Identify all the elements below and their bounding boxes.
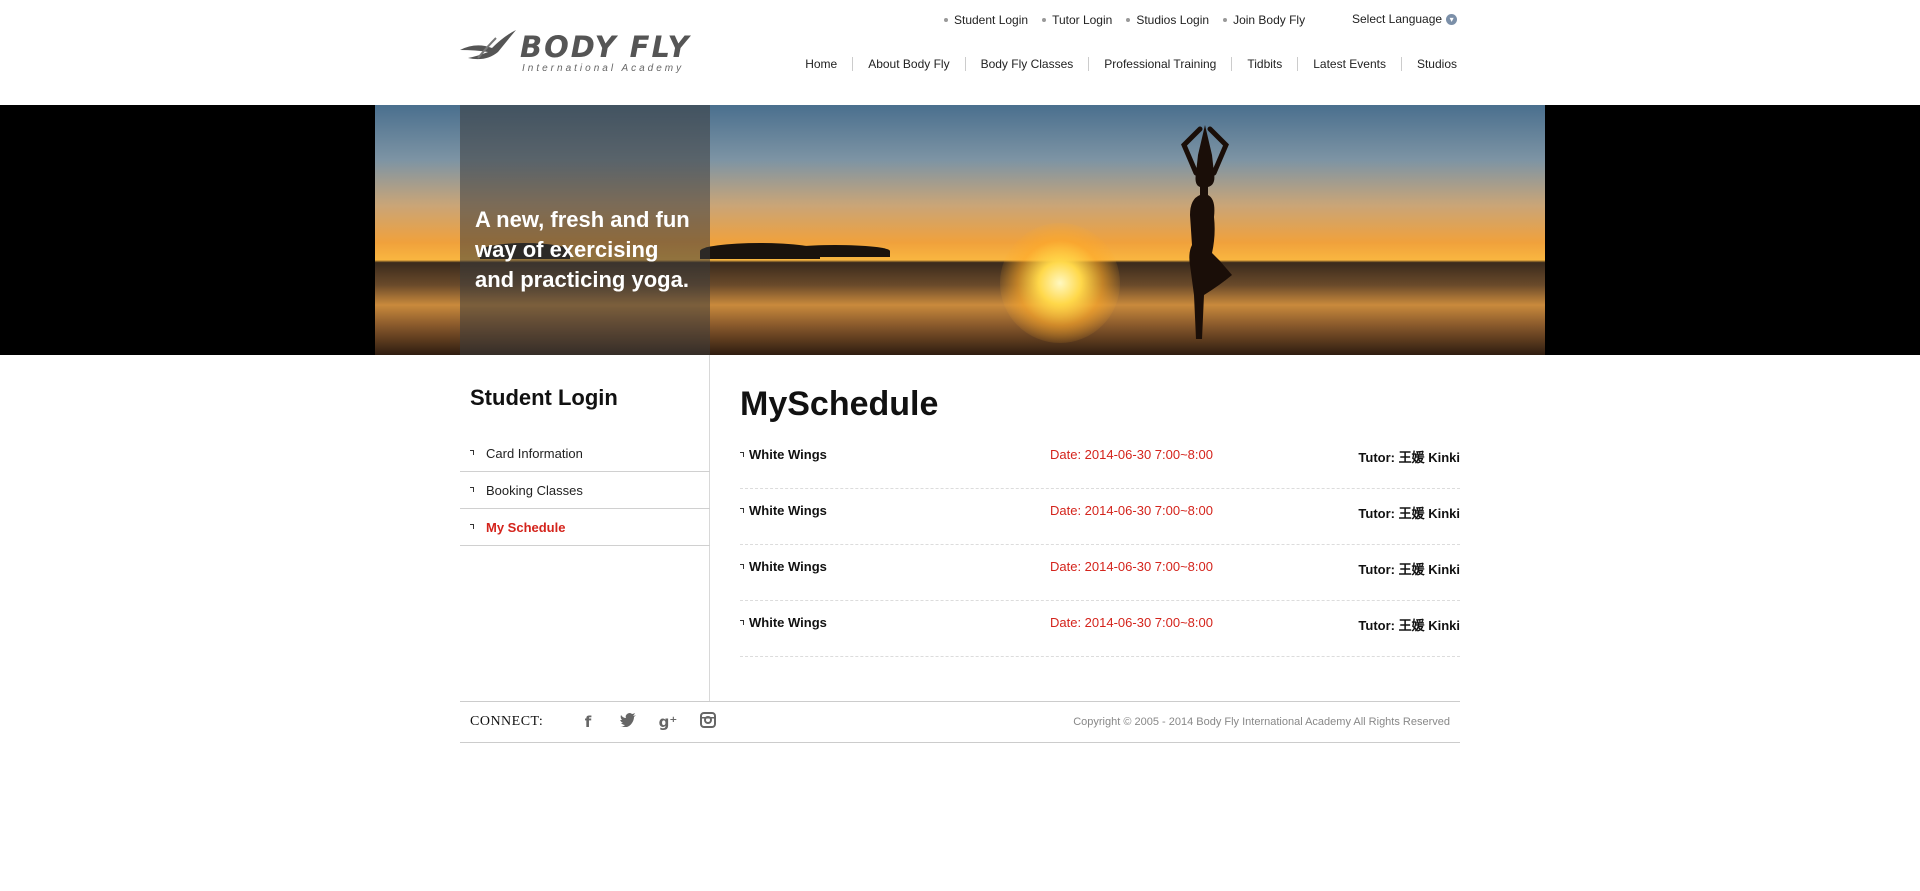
- sidebar-item-booking-classes[interactable]: Booking Classes: [460, 472, 710, 509]
- class-date: Date: 2014-06-30 7:00~8:00: [1050, 559, 1213, 574]
- bullet-icon: [470, 523, 478, 531]
- footer: CONNECT: f g⁺ Copyright © 2005 - 2014 Bo…: [460, 701, 1460, 743]
- bullet-icon: [470, 449, 478, 457]
- bird-logo-icon: [460, 30, 516, 60]
- logo-tagline: International Academy: [522, 63, 685, 74]
- nav-classes[interactable]: Body Fly Classes: [964, 57, 1089, 71]
- bullet-icon: [740, 507, 746, 513]
- instagram-icon[interactable]: [698, 712, 718, 732]
- main-nav: Home About Body Fly Body Fly Classes Pro…: [790, 57, 1463, 71]
- nav-professional-training[interactable]: Professional Training: [1088, 57, 1231, 71]
- island-silhouette: [780, 245, 890, 257]
- facebook-icon[interactable]: f: [578, 712, 598, 732]
- class-tutor: Tutor: 王媛 Kinki: [1358, 450, 1460, 465]
- connect-label: CONNECT:: [470, 714, 544, 729]
- nav-about[interactable]: About Body Fly: [852, 57, 964, 71]
- social-links: f g⁺: [578, 712, 738, 732]
- class-date: Date: 2014-06-30 7:00~8:00: [1050, 447, 1213, 462]
- class-tutor: Tutor: 王媛 Kinki: [1358, 618, 1460, 633]
- logo[interactable]: BODY FLY International Academy: [458, 28, 706, 78]
- schedule-row: White Wings Date: 2014-06-30 7:00~8:00 T…: [740, 545, 1460, 601]
- sidebar-title: Student Login: [470, 385, 618, 410]
- sidebar: Student Login Card Information Booking C…: [460, 355, 710, 701]
- language-select[interactable]: Select Language ▾: [1352, 12, 1458, 26]
- chevron-down-icon: ▾: [1446, 13, 1458, 25]
- class-name: White Wings: [749, 447, 827, 462]
- student-login-link[interactable]: Student Login: [944, 13, 1028, 27]
- class-name: White Wings: [749, 503, 827, 518]
- class-name: White Wings: [749, 559, 827, 574]
- sidebar-item-my-schedule[interactable]: My Schedule: [460, 509, 710, 546]
- bullet-icon: [740, 451, 746, 457]
- class-tutor: Tutor: 王媛 Kinki: [1358, 506, 1460, 521]
- tutor-login-link[interactable]: Tutor Login: [1042, 13, 1112, 27]
- bullet-icon: [740, 563, 746, 569]
- sun-glow: [1000, 223, 1120, 343]
- nav-latest-events[interactable]: Latest Events: [1297, 57, 1401, 71]
- header: BODY FLY International Academy Student L…: [0, 0, 1920, 105]
- google-plus-icon[interactable]: g⁺: [658, 712, 678, 732]
- class-tutor: Tutor: 王媛 Kinki: [1358, 562, 1460, 577]
- banner-headline: A new, fresh and fun way of exercising a…: [475, 207, 690, 292]
- schedule-list: White Wings Date: 2014-06-30 7:00~8:00 T…: [740, 433, 1460, 657]
- yoga-figure-icon: [1181, 125, 1232, 339]
- schedule-row: White Wings Date: 2014-06-30 7:00~8:00 T…: [740, 489, 1460, 545]
- join-body-fly-link[interactable]: Join Body Fly: [1223, 13, 1305, 27]
- nav-home[interactable]: Home: [790, 57, 852, 71]
- class-date: Date: 2014-06-30 7:00~8:00: [1050, 615, 1213, 630]
- schedule-row: White Wings Date: 2014-06-30 7:00~8:00 T…: [740, 433, 1460, 489]
- top-links: Student Login Tutor Login Studios Login …: [944, 12, 1319, 28]
- schedule-row: White Wings Date: 2014-06-30 7:00~8:00 T…: [740, 601, 1460, 657]
- page-title: MySchedule: [740, 385, 939, 423]
- bullet-icon: [944, 18, 948, 22]
- class-date: Date: 2014-06-30 7:00~8:00: [1050, 503, 1213, 518]
- logo-name: BODY FLY: [520, 30, 691, 64]
- sidebar-item-card-information[interactable]: Card Information: [460, 435, 710, 472]
- copyright: Copyright © 2005 - 2014 Body Fly Interna…: [1073, 716, 1450, 728]
- class-name: White Wings: [749, 615, 827, 630]
- language-label: Select Language: [1352, 12, 1443, 26]
- sidebar-menu: Card Information Booking Classes My Sche…: [460, 435, 710, 546]
- nav-studios[interactable]: Studios: [1400, 57, 1463, 71]
- bullet-icon: [1223, 18, 1228, 22]
- hero-banner: A new, fresh and fun way of exercising a…: [0, 105, 1920, 355]
- twitter-icon[interactable]: [618, 712, 638, 732]
- bullet-icon: [740, 619, 746, 625]
- bullet-icon: [1042, 18, 1047, 22]
- studios-login-link[interactable]: Studios Login: [1126, 13, 1209, 27]
- nav-tidbits[interactable]: Tidbits: [1231, 57, 1297, 71]
- bullet-icon: [1126, 18, 1131, 22]
- bullet-icon: [470, 486, 478, 494]
